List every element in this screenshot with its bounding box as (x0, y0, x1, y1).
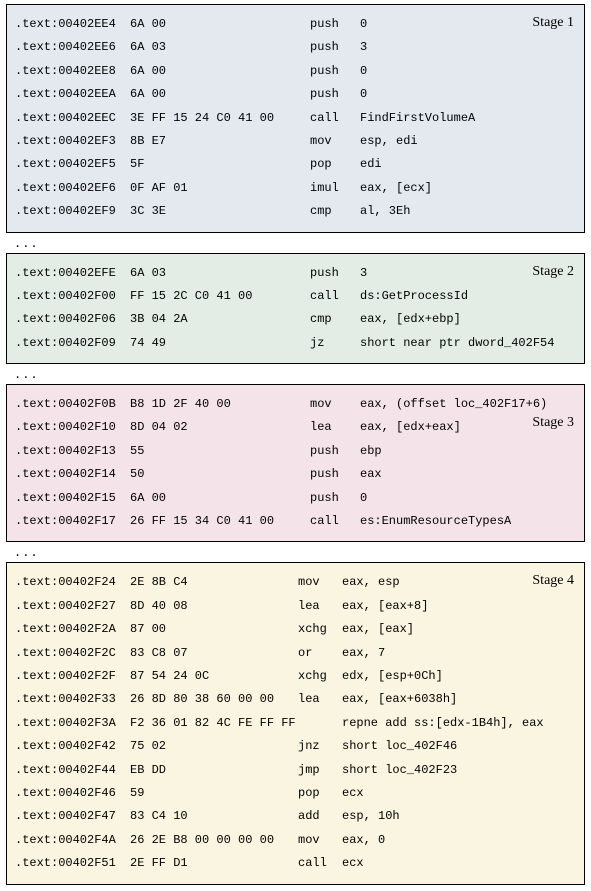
stage-2-block: Stage 2 .text:00402EFE6A 03push3 .text:0… (6, 253, 585, 365)
asm-line: .text:00402F4659popecx (15, 782, 576, 805)
stage-4-label: Stage 4 (532, 567, 574, 594)
stage-1-label: Stage 1 (532, 9, 574, 36)
asm-line: .text:00402EF38B E7movesp, edi (15, 130, 576, 153)
asm-line: .text:00402F512E FF D1callecx (15, 852, 576, 875)
stage-4-block: Stage 4 .text:00402F242E 8B C4moveax, es… (6, 562, 585, 884)
asm-line: .text:00402F242E 8B C4moveax, esp (15, 571, 576, 594)
asm-line: .text:00402F4275 02jnzshort loc_402F46 (15, 735, 576, 758)
asm-line: .text:00402F2F87 54 24 0Cxchgedx, [esp+0… (15, 665, 576, 688)
asm-line: .text:00402EE86A 00push0 (15, 60, 576, 83)
asm-line: .text:00402F2C83 C8 07oreax, 7 (15, 642, 576, 665)
asm-line: .text:00402F156A 00push0 (15, 487, 576, 510)
asm-line: .text:00402F063B 04 2Acmpeax, [edx+ebp] (15, 308, 576, 331)
stage-3-label: Stage 3 (532, 409, 574, 436)
asm-line: .text:00402F1450pusheax (15, 463, 576, 486)
asm-line: .text:00402F0BB8 1D 2F 40 00moveax, (off… (15, 393, 576, 416)
asm-line: .text:00402F278D 40 08leaeax, [eax+8] (15, 595, 576, 618)
asm-line: .text:00402F3AF2 36 01 82 4C FE FF FFrep… (15, 712, 576, 735)
asm-line: .text:00402F0974 49jzshort near ptr dwor… (15, 332, 576, 355)
asm-line: .text:00402F44EB DDjmpshort loc_402F23 (15, 759, 576, 782)
asm-line: .text:00402EF93C 3Ecmpal, 3Eh (15, 200, 576, 223)
asm-line: .text:00402EF55Fpopedi (15, 153, 576, 176)
asm-line: .text:00402EEA6A 00push0 (15, 83, 576, 106)
ellipsis: ... (6, 544, 585, 562)
asm-line: .text:00402EFE6A 03push3 (15, 262, 576, 285)
asm-line: .text:00402F3326 8D 80 38 60 00 00leaeax… (15, 688, 576, 711)
stage-3-block: Stage 3 .text:00402F0BB8 1D 2F 40 00move… (6, 384, 585, 542)
asm-line: .text:00402EE66A 03push3 (15, 36, 576, 59)
stage-1-block: Stage 1 .text:00402EE46A 00push0 .text:0… (6, 4, 585, 233)
asm-line: .text:00402F4783 C4 10addesp, 10h (15, 805, 576, 828)
ellipsis: ... (6, 235, 585, 253)
ellipsis: ... (6, 366, 585, 384)
asm-line: .text:00402F2A87 00xchgeax, [eax] (15, 618, 576, 641)
asm-line: .text:00402F1726 FF 15 34 C0 41 00calles… (15, 510, 576, 533)
asm-line: .text:00402EF60F AF 01imuleax, [ecx] (15, 177, 576, 200)
stage-2-label: Stage 2 (532, 258, 574, 285)
asm-line: .text:00402EE46A 00push0 (15, 13, 576, 36)
asm-line: .text:00402F108D 04 02leaeax, [edx+eax] (15, 416, 576, 439)
asm-line: .text:00402F4A26 2E B8 00 00 00 00moveax… (15, 829, 576, 852)
asm-line: .text:00402EEC3E FF 15 24 C0 41 00callFi… (15, 107, 576, 130)
asm-line: .text:00402F1355pushebp (15, 440, 576, 463)
asm-line: .text:00402F00FF 15 2C C0 41 00callds:Ge… (15, 285, 576, 308)
